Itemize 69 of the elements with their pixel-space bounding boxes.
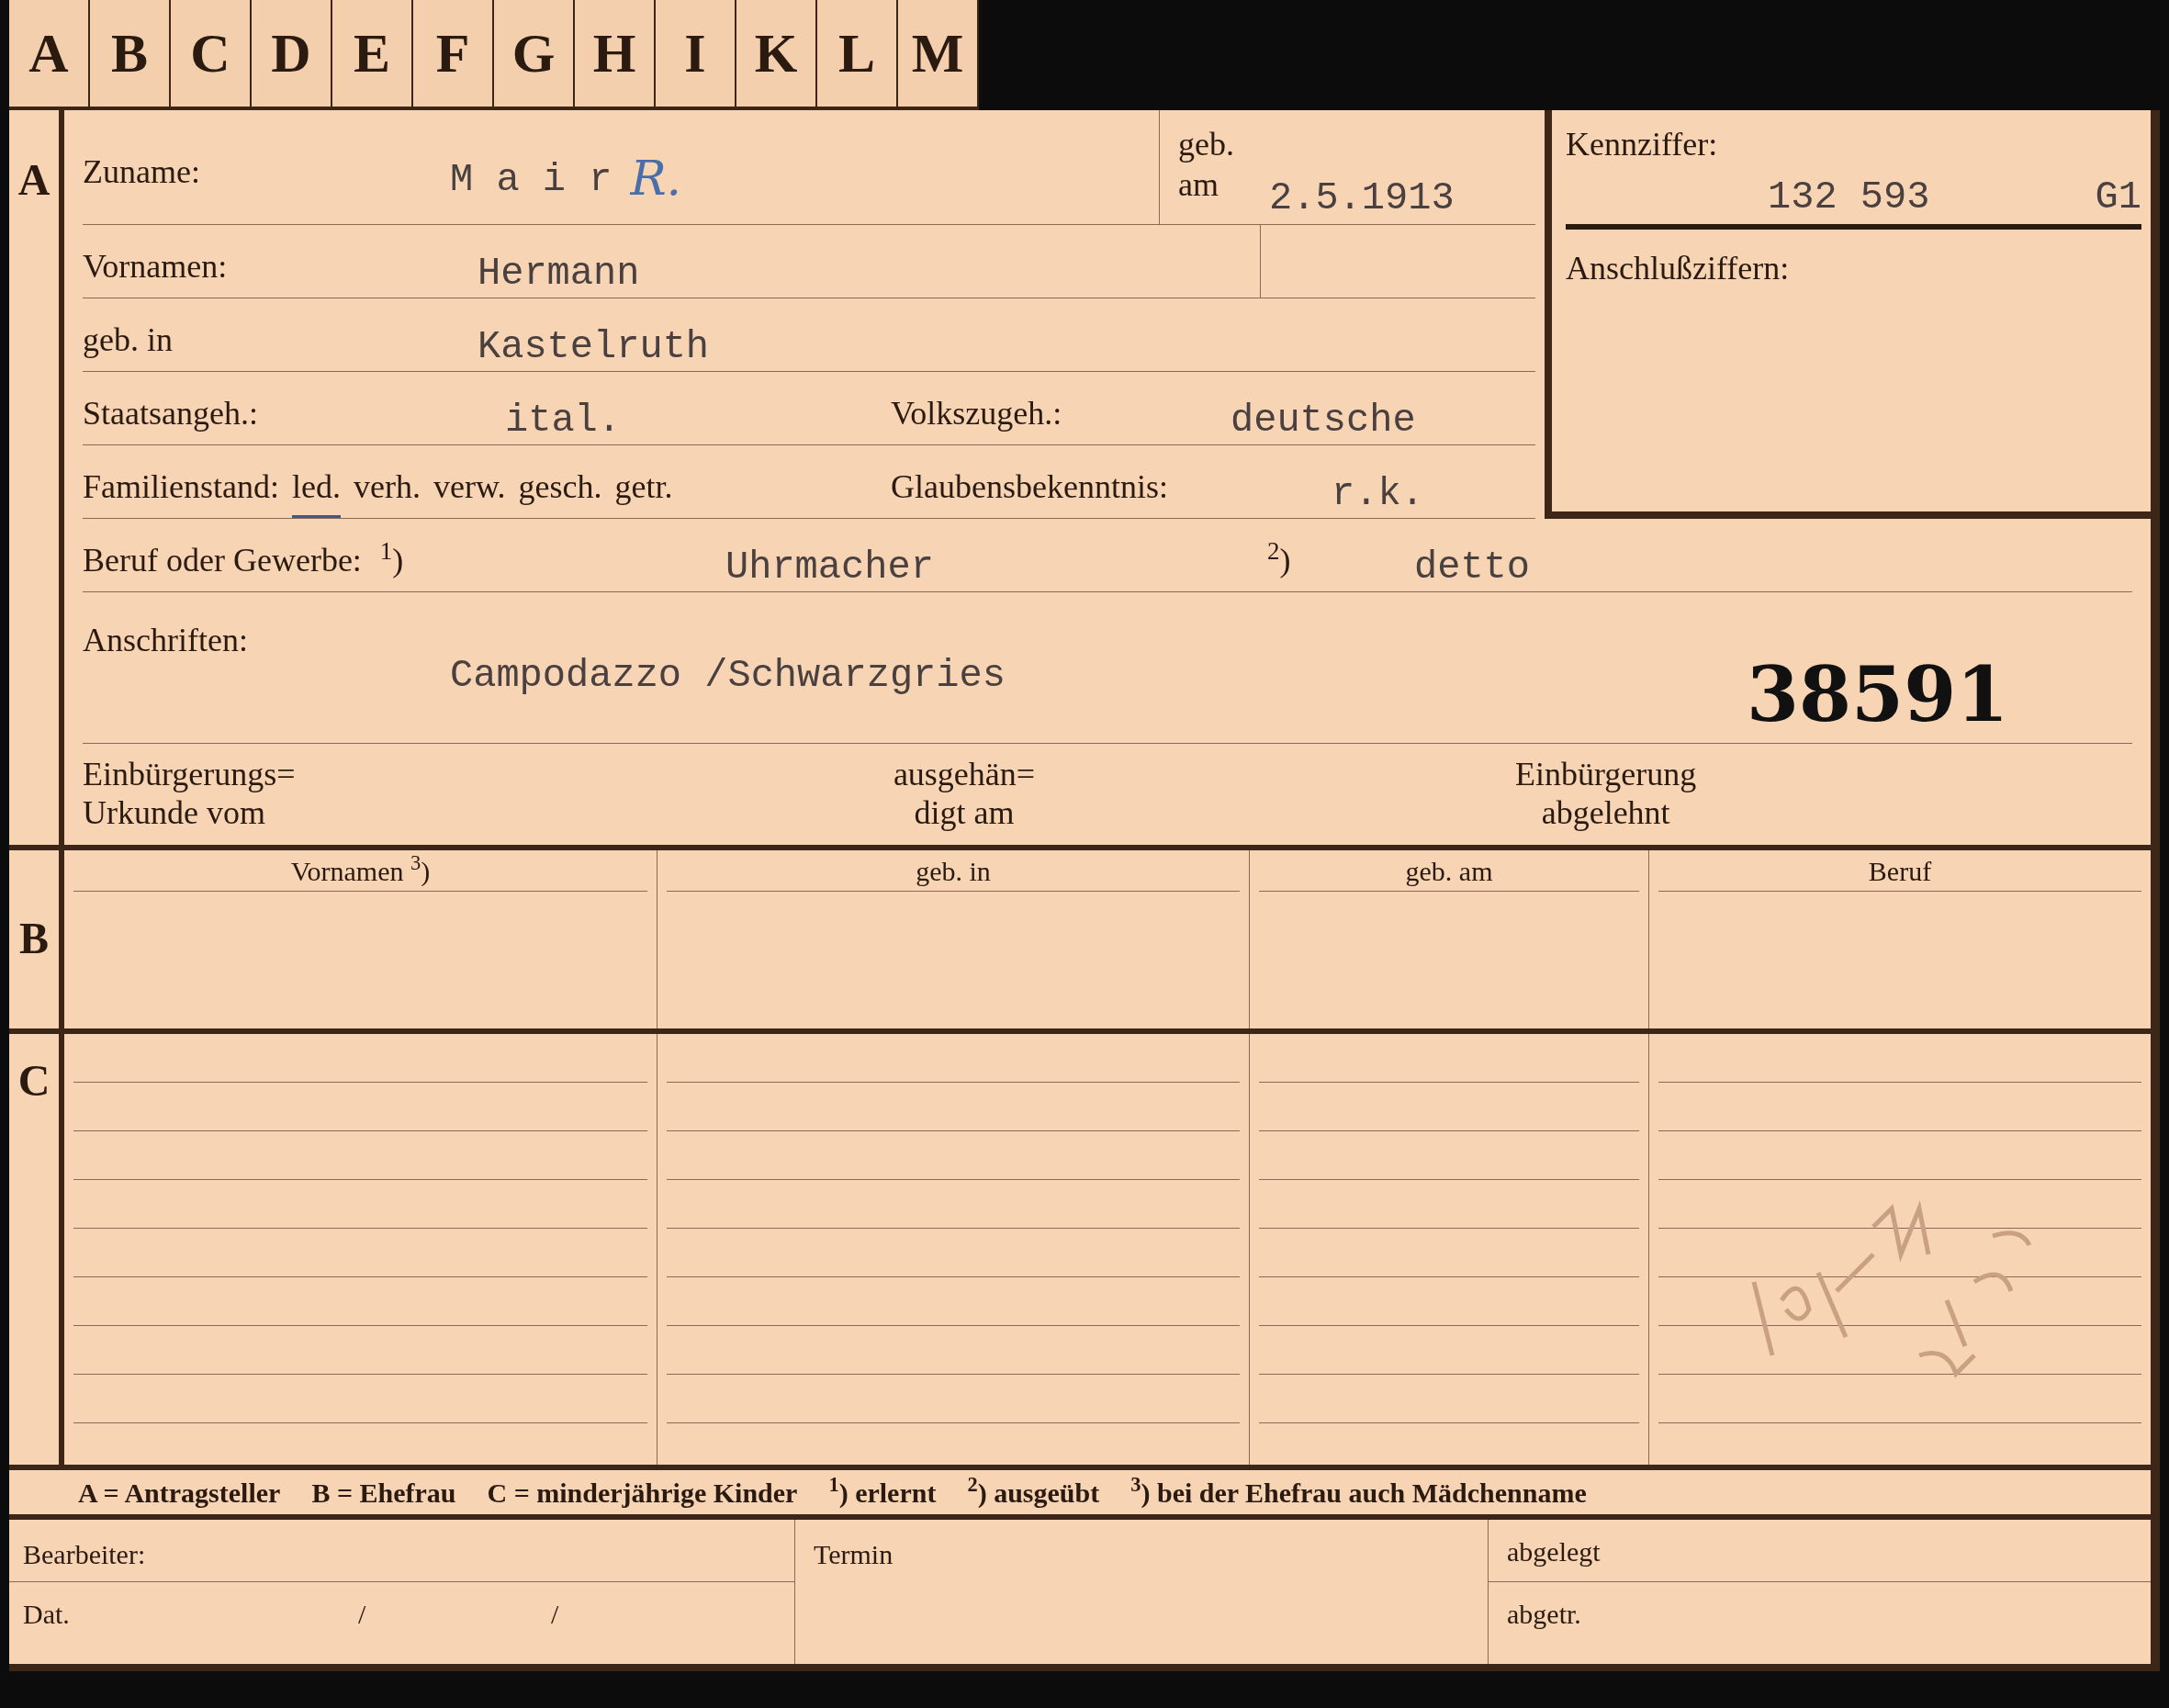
column-header: geb. am <box>1405 854 1493 888</box>
field-value: Campodazzo /Schwarzgries <box>450 654 1006 698</box>
field-value: Hermann <box>478 252 640 296</box>
field-label: Zuname: <box>83 153 200 190</box>
field-label: Anschriften: <box>83 622 248 658</box>
date-separator: / <box>358 1599 366 1629</box>
field-label: Einbürgerung abgelehnt <box>1515 755 1697 832</box>
legend-text: B = Ehefrau <box>311 1476 456 1510</box>
section-letter: A <box>17 154 51 206</box>
legend-text: $^{1}$) erlernt <box>828 1472 937 1510</box>
field-value: detto <box>1414 545 1531 590</box>
index-tab[interactable]: I <box>656 0 736 110</box>
field-label: Familienstand: <box>83 467 279 507</box>
section-letter: C <box>17 1055 51 1107</box>
index-tab[interactable]: G <box>494 0 575 110</box>
field-label: Einbürgerungs= Urkunde vom <box>83 755 297 832</box>
field-value: G1 <box>2095 174 2141 221</box>
index-tab[interactable]: F <box>413 0 494 110</box>
marital-status-option: verw. <box>433 462 506 518</box>
legend-text: A = Antragsteller <box>78 1476 281 1510</box>
field-label: geb. <box>1178 125 1235 164</box>
field-value: Kastelruth <box>478 325 710 369</box>
field-label: am <box>1178 165 1219 205</box>
index-tab[interactable]: C <box>171 0 252 110</box>
index-tab[interactable]: M <box>898 0 979 110</box>
column-header: Beruf <box>1868 854 1932 888</box>
index-tab[interactable]: K <box>736 0 817 110</box>
field-label: Staatsangeh.: <box>83 395 258 432</box>
marital-status-option: getr. <box>614 462 673 518</box>
field-label: Volkszugeh.: <box>891 395 1062 432</box>
field-label: Anschlußziffern: <box>1566 250 1790 287</box>
column-header: geb. in <box>916 854 991 888</box>
field-label: Beruf oder Gewerbe: <box>83 541 362 580</box>
marital-status-option: led. <box>292 462 341 518</box>
legend-text: $^{2}$) ausgeübt <box>967 1472 1100 1510</box>
index-tab[interactable]: D <box>252 0 332 110</box>
field-value: Uhrmacher <box>725 545 934 590</box>
field-label: ausgehän= digt am <box>892 755 1037 832</box>
index-tab[interactable]: H <box>575 0 656 110</box>
field-label: geb. in <box>83 321 173 358</box>
field-label: Vornamen: <box>83 248 228 285</box>
index-tab[interactable]: A <box>9 0 90 110</box>
field-label: abgetr. <box>1507 1599 1581 1629</box>
field-value: 132 593 <box>1768 174 1930 221</box>
field-label: Kennziffer: <box>1566 125 1719 164</box>
section-letter: B <box>19 913 49 964</box>
date-separator: / <box>551 1599 559 1629</box>
index-tab[interactable]: B <box>90 0 171 110</box>
index-tab[interactable]: E <box>332 0 413 110</box>
field-value: deutsche <box>1231 399 1416 443</box>
stamp-number: 38591 <box>1747 650 2009 738</box>
handwritten-note: R. <box>630 150 682 208</box>
field-value: ital. <box>505 399 622 443</box>
field-label: Bearbeiter: <box>23 1539 146 1569</box>
legend-text: C = minderjährige Kinder <box>487 1476 798 1510</box>
footnote-mark: $^{2}$) <box>1267 542 1291 579</box>
field-label: Termin <box>814 1539 893 1569</box>
field-value: r.k. <box>1332 472 1424 516</box>
field-label: Dat. <box>23 1599 70 1629</box>
marital-status-option: verh. <box>353 462 421 518</box>
field-value: 2.5.1913 <box>1269 176 1455 220</box>
index-tab[interactable]: L <box>817 0 898 110</box>
field-label: Glaubensbekenntnis: <box>891 468 1168 505</box>
footnote-mark: $^{1}$) <box>379 535 404 580</box>
field-label: abgelegt <box>1507 1536 1601 1567</box>
legend-text: $^{3}$) bei der Ehefrau auch Mädchenname <box>1130 1472 1587 1510</box>
field-value: M a i r <box>450 157 612 204</box>
marital-status-option: gesch. <box>518 462 602 518</box>
column-header: Vornamen $^{3}$) <box>290 850 431 888</box>
